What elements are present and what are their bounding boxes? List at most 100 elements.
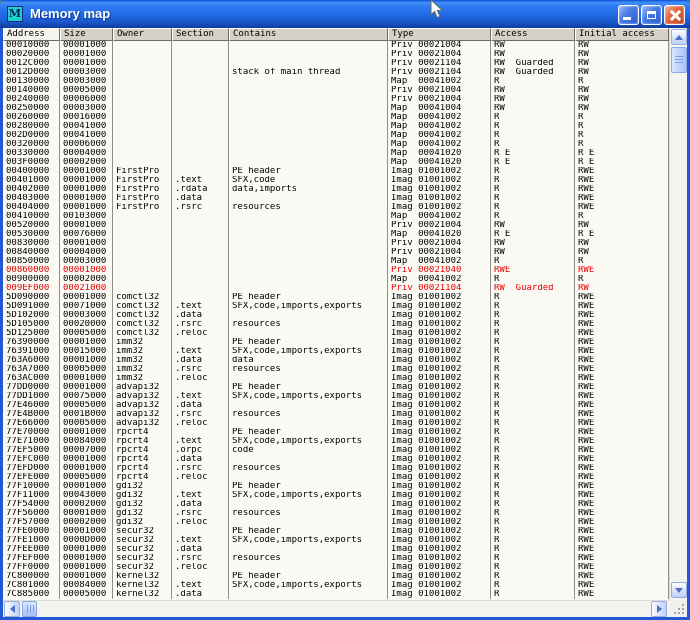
table-row[interactable]: 0032000000006000Map 00041002RR	[3, 140, 669, 149]
table-row[interactable]: 77DD100000075000advapi32.textSFX,code,im…	[3, 392, 669, 401]
table-row[interactable]: 77EF500000007000rpcrt4.orpccodeImag 0100…	[3, 446, 669, 455]
column-header-address[interactable]: Address	[3, 28, 60, 41]
table-row[interactable]: 5D09100000071000comctl32.textSFX,code,im…	[3, 302, 669, 311]
app-icon[interactable]: M	[7, 6, 23, 22]
table-row[interactable]: 003F000000002000Map 00041020R ER E	[3, 158, 669, 167]
table-row[interactable]: 7C80000000001000kernel32PE headerImag 01…	[3, 572, 669, 581]
table-row[interactable]: 0040100000001000FirstPro.textSFX,codeIma…	[3, 176, 669, 185]
table-row[interactable]: 0041000000103000Map 00041002RR	[3, 212, 669, 221]
table-row[interactable]: 77FF000000001000secur32.relocImag 010010…	[3, 563, 669, 572]
table-row[interactable]: 77E6600000005000advapi32.relocImag 01001…	[3, 419, 669, 428]
minimize-button[interactable]	[618, 5, 639, 25]
table-row[interactable]: 77F5400000002000gdi32.dataImag 01001002R…	[3, 500, 669, 509]
table-row[interactable]: 009EF00000021000Priv 00021104RW GuardedR…	[3, 284, 669, 293]
table-row[interactable]: 77F5700000002000gdi32.relocImag 01001002…	[3, 518, 669, 527]
table-row[interactable]: 0084000000004000Priv 00021004RWRW	[3, 248, 669, 257]
table-cell: R	[491, 437, 575, 446]
table-row[interactable]: 77EFC00000001000rpcrt4.dataImag 01001002…	[3, 455, 669, 464]
table-cell: R E	[575, 149, 669, 158]
table-row[interactable]: 7C88500000005000kernel32.dataImag 010010…	[3, 590, 669, 599]
table-row[interactable]: 77F1000000001000gdi32PE headerImag 01001…	[3, 482, 669, 491]
table-cell: 00140000	[3, 86, 60, 95]
table-row[interactable]: 7639100000015000imm32.textSFX,code,impor…	[3, 347, 669, 356]
table-cell: Imag 01001002	[388, 320, 491, 329]
table-row[interactable]: 77FEF00000001000secur32.rsrcresourcesIma…	[3, 554, 669, 563]
table-row[interactable]: 7C80100000084000kernel32.textSFX,code,im…	[3, 581, 669, 590]
column-header-owner[interactable]: Owner	[113, 28, 172, 41]
table-row[interactable]: 0040000000001000FirstProPE headerImag 01…	[3, 167, 669, 176]
scroll-down-button[interactable]	[671, 582, 687, 598]
horizontal-scrollbar[interactable]	[3, 600, 669, 617]
table-cell: Imag 01001002	[388, 437, 491, 446]
table-row[interactable]: 0014000000005000Priv 00021004RWRW	[3, 86, 669, 95]
table-row[interactable]: 002D000000041000Map 00041002RR	[3, 131, 669, 140]
table-row[interactable]: 0040200000001000FirstPro.rdatadata,impor…	[3, 185, 669, 194]
table-row[interactable]: 0013000000003000Map 00041002RR	[3, 77, 669, 86]
table-row[interactable]: 0040400000001000FirstPro.rsrcresourcesIm…	[3, 203, 669, 212]
table-row[interactable]: 77E7000000001000rpcrt4PE headerImag 0100…	[3, 428, 669, 437]
table-row[interactable]: 0083000000001000Priv 00021004RWRW	[3, 239, 669, 248]
table-row[interactable]: 77FE10000000D000secur32.textSFX,code,imp…	[3, 536, 669, 545]
table-row[interactable]: 0033000000004000Map 00041020R ER E	[3, 149, 669, 158]
table-cell: RW Guarded	[491, 68, 575, 77]
table-row[interactable]: 0012C00000001000Priv 00021104RW GuardedR…	[3, 59, 669, 68]
vertical-scroll-thumb[interactable]	[671, 47, 687, 73]
table-row[interactable]: 763A600000001000imm32.datadataImag 01001…	[3, 356, 669, 365]
table-cell: Map 00041002	[388, 131, 491, 140]
scroll-up-button[interactable]	[671, 29, 687, 45]
titlebar[interactable]: M Memory map	[0, 0, 690, 28]
vertical-scrollbar[interactable]	[669, 28, 687, 600]
table-row[interactable]: 0086000000001000Priv 00021040RWERWE	[3, 266, 669, 275]
table-row[interactable]: 77F5600000001000gdi32.rsrcresourcesImag …	[3, 509, 669, 518]
table-cell: R	[491, 203, 575, 212]
table-row[interactable]: 0024000000006000Priv 00021004RWRW	[3, 95, 669, 104]
table-cell: 77EFE000	[3, 473, 60, 482]
table-row[interactable]: 0028000000041000Map 00041002RR	[3, 122, 669, 131]
column-header-type[interactable]: Type	[388, 28, 491, 41]
table-row[interactable]: 0025000000003000Map 00041004RWRW	[3, 104, 669, 113]
table-row[interactable]: 77FEE00000001000secur32.dataImag 0100100…	[3, 545, 669, 554]
resize-grip[interactable]	[669, 600, 687, 617]
table-row[interactable]: 7639000000001000imm32PE headerImag 01001…	[3, 338, 669, 347]
table-row[interactable]: 763AC00000001000imm32.relocImag 01001002…	[3, 374, 669, 383]
table-row[interactable]: 0026000000016000Map 00041002RR	[3, 113, 669, 122]
table-row[interactable]: 0090000000002000Map 00041002RR	[3, 275, 669, 284]
table-cell: Imag 01001002	[388, 491, 491, 500]
table-row[interactable]: 0002000000001000Priv 00021004RWRW	[3, 50, 669, 59]
table-row[interactable]: 77EFE00000005000rpcrt4.relocImag 0100100…	[3, 473, 669, 482]
column-header-size[interactable]: Size	[60, 28, 113, 41]
table-row[interactable]: 5D10500000020000comctl32.rsrcresourcesIm…	[3, 320, 669, 329]
column-header-initial-access[interactable]: Initial access	[575, 28, 669, 41]
table-row[interactable]: 77DD000000001000advapi32PE headerImag 01…	[3, 383, 669, 392]
table-row[interactable]: 5D09000000001000comctl32PE headerImag 01…	[3, 293, 669, 302]
scroll-right-button[interactable]	[651, 601, 667, 617]
table-cell: kernel32	[113, 572, 172, 581]
column-header-contains[interactable]: Contains	[229, 28, 388, 41]
table-cell: R	[491, 167, 575, 176]
table-row[interactable]: 77F1100000043000gdi32.textSFX,code,impor…	[3, 491, 669, 500]
table-row[interactable]: 77E4600000005000advapi32.dataImag 010010…	[3, 401, 669, 410]
table-cell: Imag 01001002	[388, 554, 491, 563]
table-row[interactable]: 77FE000000001000secur32PE headerImag 010…	[3, 527, 669, 536]
maximize-button[interactable]	[641, 5, 662, 25]
table-row[interactable]: 5D10200000003000comctl32.dataImag 010010…	[3, 311, 669, 320]
table-row[interactable]: 0001000000001000Priv 00021004RWRW	[3, 41, 669, 50]
table-cell	[113, 284, 172, 293]
scroll-left-button[interactable]	[4, 601, 20, 617]
table-row[interactable]: 77E7100000084000rpcrt4.textSFX,code,impo…	[3, 437, 669, 446]
table-row[interactable]: 5D12500000005000comctl32.relocImag 01001…	[3, 329, 669, 338]
table-row[interactable]: 77E4B0000001B000advapi32.rsrcresourcesIm…	[3, 410, 669, 419]
horizontal-scroll-thumb[interactable]	[22, 601, 37, 617]
table-cell: RW Guarded	[491, 59, 575, 68]
table-row[interactable]: 0040300000001000FirstPro.dataImag 010010…	[3, 194, 669, 203]
table-row[interactable]: 763A700000005000imm32.rsrcresourcesImag …	[3, 365, 669, 374]
table-row[interactable]: 77EFD00000001000rpcrt4.rsrcresourcesImag…	[3, 464, 669, 473]
column-header-access[interactable]: Access	[491, 28, 575, 41]
close-button[interactable]	[664, 5, 685, 25]
table-row[interactable]: 0085000000003000Map 00041002RR	[3, 257, 669, 266]
table-row[interactable]: 0053000000076000Map 00041020R ER E	[3, 230, 669, 239]
table-cell	[172, 212, 229, 221]
table-row[interactable]: 0052000000001000Priv 00021004RWRW	[3, 221, 669, 230]
table-row[interactable]: 0012D00000003000stack of main threadPriv…	[3, 68, 669, 77]
column-header-section[interactable]: Section	[172, 28, 229, 41]
